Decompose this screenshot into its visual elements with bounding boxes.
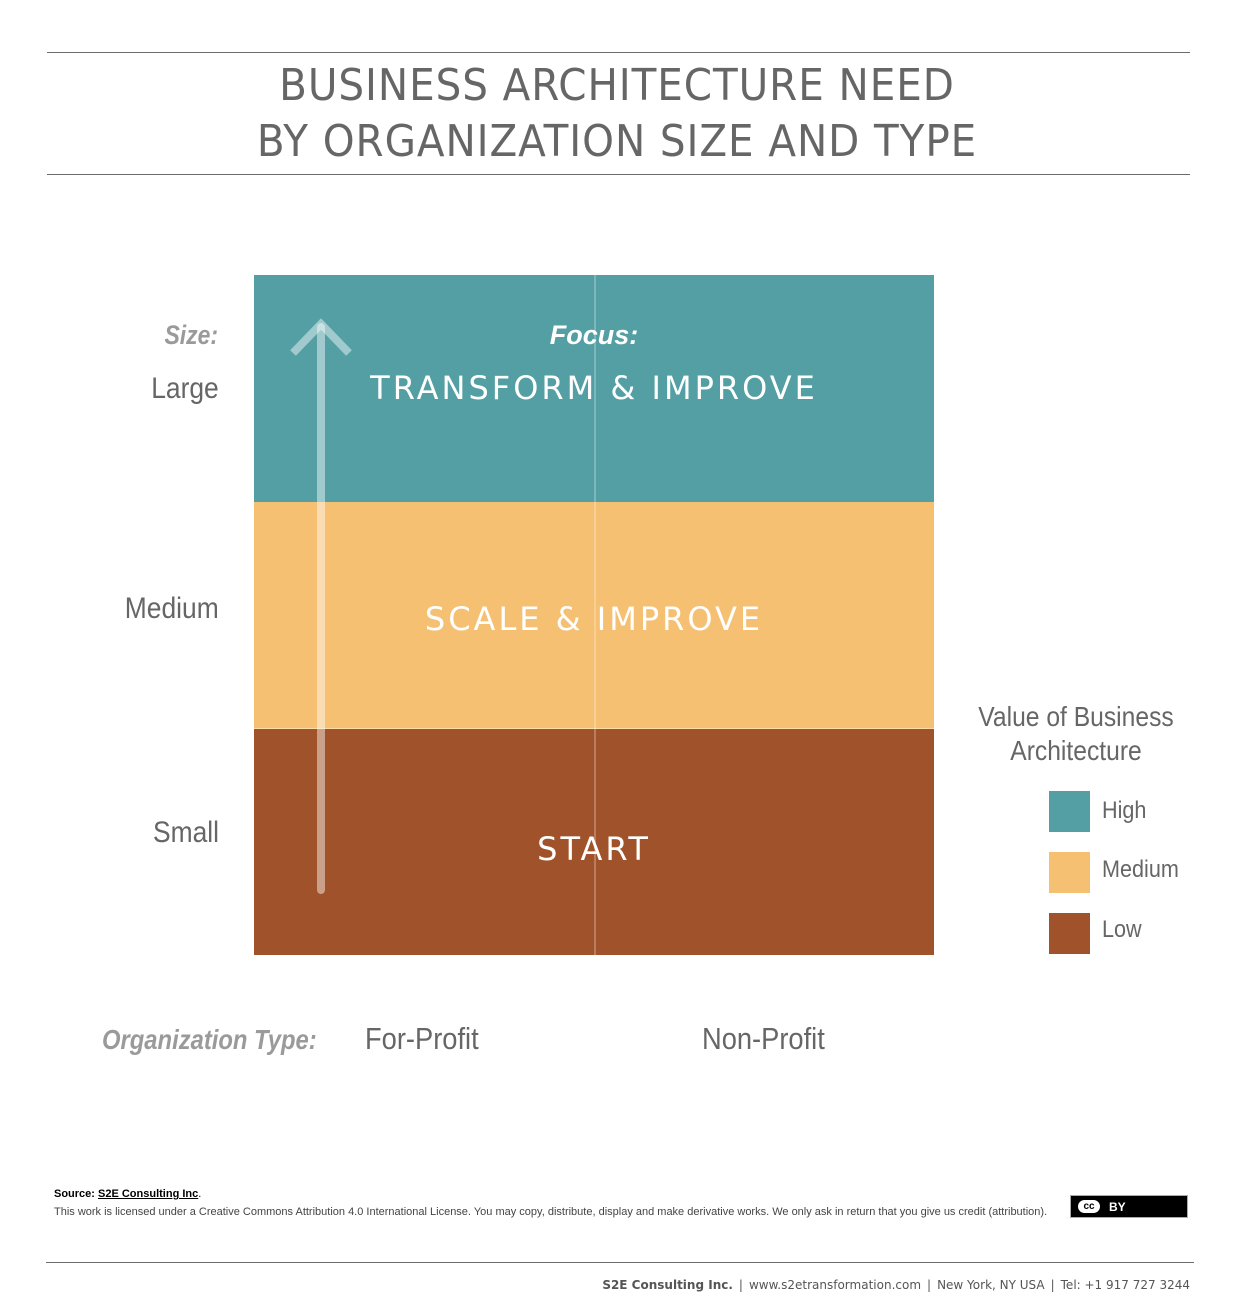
cc-by-badge[interactable]: cc BY (1070, 1195, 1188, 1218)
legend-label-high: High (1102, 797, 1147, 824)
page-title-line-1: BUSINESS ARCHITECTURE NEED (279, 60, 955, 111)
footer-phone: Tel: +1 917 727 3244 (1060, 1278, 1190, 1292)
legend-swatch-low (1049, 913, 1090, 954)
source-link[interactable]: S2E Consulting Inc (98, 1188, 198, 1200)
size-increase-arrow-icon (290, 318, 352, 894)
source-suffix: . (198, 1188, 202, 1200)
source-line: Source: S2E Consulting Inc. (54, 1188, 201, 1200)
footer: S2E Consulting Inc. | www.s2etransformatio… (602, 1278, 1190, 1292)
page-title-line-2: BY ORGANIZATION SIZE AND TYPE (256, 116, 978, 167)
top-rule (47, 52, 1190, 53)
cc-by-label: BY (1109, 1200, 1126, 1214)
org-type-for-profit: For-Profit (365, 1021, 479, 1056)
footer-rule (46, 1262, 1194, 1263)
footer-separator: | (738, 1278, 743, 1292)
org-type-non-profit: Non-Profit (702, 1021, 825, 1056)
title-bottom-rule (47, 174, 1190, 175)
organization-type-label: Organization Type: (102, 1024, 317, 1055)
size-label-large: Large (151, 372, 219, 405)
source-prefix: Source: (54, 1188, 99, 1200)
footer-website[interactable]: www.s2etransformation.com (749, 1278, 921, 1292)
footer-separator: | (927, 1278, 932, 1292)
cc-icon: cc (1076, 1198, 1102, 1215)
license-text: This work is licensed under a Creative C… (54, 1206, 1048, 1218)
size-label-medium: Medium (125, 592, 219, 625)
legend-label-low: Low (1102, 916, 1142, 943)
footer-company: S2E Consulting Inc. (602, 1278, 733, 1292)
size-axis-label: Size: (164, 320, 218, 350)
legend-swatch-high (1049, 791, 1090, 832)
focus-grid: Focus: TRANSFORM & IMPROVE SCALE & IMPRO… (254, 275, 934, 955)
size-label-small: Small (152, 816, 219, 849)
footer-location: New York, NY USA (937, 1278, 1045, 1292)
footer-separator: | (1050, 1278, 1055, 1292)
legend-label-medium: Medium (1102, 856, 1179, 883)
legend-title: Value of Business Architecture (978, 701, 1174, 766)
legend-swatch-medium (1049, 852, 1090, 893)
